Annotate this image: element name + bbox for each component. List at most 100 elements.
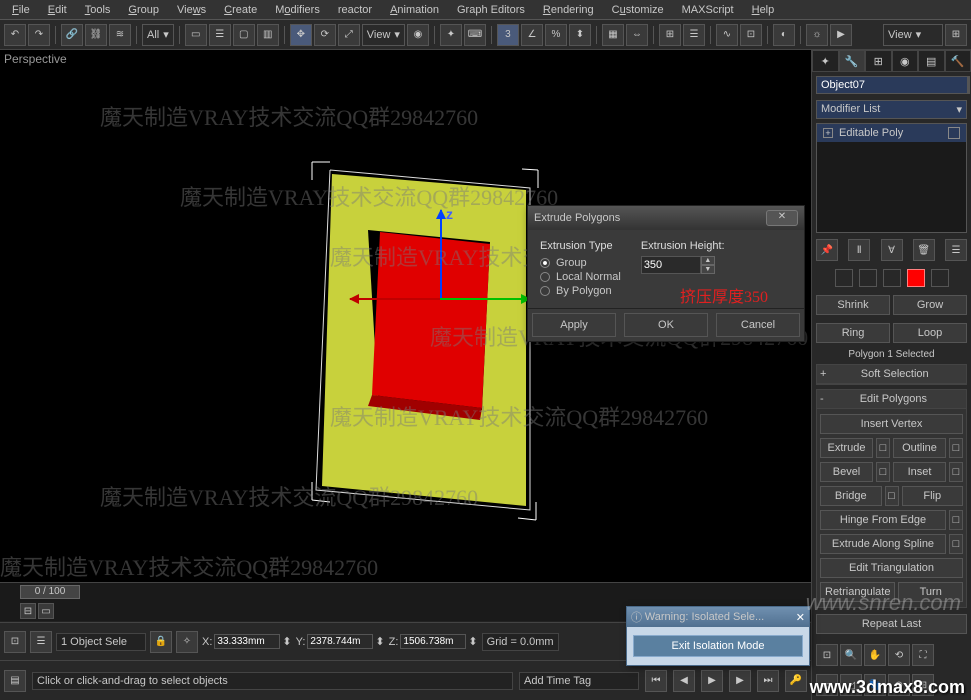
bridge-button[interactable]: Bridge	[820, 486, 882, 506]
goto-end-button[interactable]: ⏭	[757, 670, 779, 692]
next-frame-button[interactable]: ▶	[729, 670, 751, 692]
menu-graph-editors[interactable]: Graph Editors	[449, 2, 533, 18]
mirror-button[interactable]: ⇔	[626, 24, 648, 46]
window-crossing-button[interactable]: ▥	[257, 24, 279, 46]
ok-button[interactable]: OK	[624, 313, 708, 337]
extrude-spline-button[interactable]: Extrude Along Spline	[820, 534, 946, 554]
make-unique-button[interactable]: ∀	[881, 239, 903, 261]
show-end-result-button[interactable]: Ⅱ	[848, 239, 870, 261]
spinner-down-icon[interactable]: ▼	[701, 265, 715, 274]
soft-selection-header[interactable]: +Soft Selection	[817, 365, 966, 384]
menu-tools[interactable]: Tools	[77, 2, 119, 18]
axis-y[interactable]	[440, 298, 530, 300]
undo-button[interactable]: ↶	[4, 24, 26, 46]
lock-selection-button[interactable]: 🔒	[150, 631, 172, 653]
apply-button[interactable]: Apply	[532, 313, 616, 337]
menu-group[interactable]: Group	[120, 2, 167, 18]
inset-settings-button[interactable]: □	[949, 462, 963, 482]
zoom-button[interactable]: 🔍	[840, 644, 862, 666]
motion-tab[interactable]: ◉	[892, 50, 919, 72]
zoom-extents-button[interactable]: ⊡	[816, 644, 838, 666]
configure-sets-button[interactable]: ☰	[945, 239, 967, 261]
dialog-titlebar[interactable]: Extrude Polygons ✕	[528, 206, 804, 230]
align-button[interactable]: ⊞	[659, 24, 681, 46]
radio-group[interactable]: Group	[540, 256, 621, 270]
cancel-button[interactable]: Cancel	[716, 313, 800, 337]
bind-spacewarp-button[interactable]: ≋	[109, 24, 131, 46]
spinner-up-icon[interactable]: ▲	[701, 256, 715, 265]
menu-reactor[interactable]: reactor	[330, 2, 380, 18]
element-level[interactable]	[931, 269, 949, 287]
add-time-tag[interactable]: Add Time Tag	[519, 672, 639, 690]
loop-button[interactable]: Loop	[893, 323, 967, 343]
object-color-swatch[interactable]	[968, 76, 970, 94]
display-tab[interactable]: ▤	[918, 50, 945, 72]
remove-modifier-button[interactable]: 🗑	[913, 239, 935, 261]
link-button[interactable]: 🔗	[61, 24, 83, 46]
isolation-close-button[interactable]: ✕	[796, 611, 805, 624]
abs-rel-button[interactable]: ✧	[176, 631, 198, 653]
z-input[interactable]	[400, 634, 466, 649]
menu-animation[interactable]: Animation	[382, 2, 447, 18]
snap-toggle-button[interactable]: 3	[497, 24, 519, 46]
prev-frame-button[interactable]: ◀	[673, 670, 695, 692]
material-editor-button[interactable]: ◐	[773, 24, 795, 46]
percent-snap-button[interactable]: %	[545, 24, 567, 46]
modifier-list-dropdown[interactable]: Modifier List▾	[816, 100, 967, 119]
layers-button[interactable]: ☰	[683, 24, 705, 46]
expand-icon[interactable]: +	[823, 128, 833, 138]
key-filters-button[interactable]: ☰	[30, 631, 52, 653]
exit-isolation-button[interactable]: Exit Isolation Mode	[633, 635, 803, 657]
arc-rotate-button[interactable]: ⟲	[888, 644, 910, 666]
pin-stack-button[interactable]: 📌	[816, 239, 838, 261]
goto-start-button[interactable]: ⏮	[645, 670, 667, 692]
move-button[interactable]: ✥	[290, 24, 312, 46]
set-key-button[interactable]: ⊡	[4, 631, 26, 653]
manipulate-button[interactable]: ✦	[440, 24, 462, 46]
spinner-snap-button[interactable]: ⬍	[569, 24, 591, 46]
pan-button[interactable]: ✋	[864, 644, 886, 666]
isolation-titlebar[interactable]: ⓘ Warning: Isolated Sele... ✕	[627, 607, 809, 627]
utilities-tab[interactable]: 🔨	[945, 50, 971, 72]
ref-coord-dropdown[interactable]: View▾	[362, 24, 405, 46]
radio-by-polygon[interactable]: By Polygon	[540, 284, 621, 298]
outline-settings-button[interactable]: □	[949, 438, 963, 458]
radio-local-normal[interactable]: Local Normal	[540, 270, 621, 284]
grow-button[interactable]: Grow	[893, 295, 967, 315]
menu-views[interactable]: Views	[169, 2, 214, 18]
axis-x[interactable]	[350, 298, 440, 300]
keyboard-shortcut-button[interactable]: ⌨	[464, 24, 486, 46]
bevel-settings-button[interactable]: □	[876, 462, 890, 482]
outline-button[interactable]: Outline	[893, 438, 946, 458]
min-max-button[interactable]: ⛶	[912, 644, 934, 666]
menu-customize[interactable]: Customize	[604, 2, 672, 18]
timeline-filter-button[interactable]: ▭	[38, 603, 54, 619]
unlink-button[interactable]: ⛓	[85, 24, 107, 46]
bridge-settings-button[interactable]: □	[885, 486, 899, 506]
flip-button[interactable]: Flip	[902, 486, 964, 506]
select-button[interactable]: ▭	[185, 24, 207, 46]
menu-help[interactable]: Help	[744, 2, 783, 18]
modify-tab[interactable]: 🔧	[839, 50, 866, 72]
modifier-stack-item[interactable]: + Editable Poly	[817, 124, 966, 142]
border-level[interactable]	[883, 269, 901, 287]
menu-maxscript[interactable]: MAXScript	[674, 2, 742, 18]
object-name-input[interactable]	[816, 76, 968, 94]
shrink-button[interactable]: Shrink	[816, 295, 890, 315]
menu-modifiers[interactable]: Modifiers	[267, 2, 328, 18]
hierarchy-tab[interactable]: ⊞	[865, 50, 892, 72]
vertex-level[interactable]	[835, 269, 853, 287]
modifier-stack[interactable]: + Editable Poly	[816, 123, 967, 233]
extrude-settings-button[interactable]: □	[876, 438, 890, 458]
select-by-name-button[interactable]: ☰	[209, 24, 231, 46]
hinge-button[interactable]: Hinge From Edge	[820, 510, 946, 530]
selection-filter-dropdown[interactable]: All▾	[142, 24, 174, 46]
schematic-button[interactable]: ⊡	[740, 24, 762, 46]
menu-edit[interactable]: Edit	[40, 2, 75, 18]
named-selection-button[interactable]: ▦	[602, 24, 624, 46]
angle-snap-button[interactable]: ∠	[521, 24, 543, 46]
menu-create[interactable]: Create	[216, 2, 265, 18]
create-tab[interactable]: ✦	[812, 50, 839, 72]
menu-rendering[interactable]: Rendering	[535, 2, 602, 18]
visibility-toggle[interactable]	[948, 127, 960, 139]
